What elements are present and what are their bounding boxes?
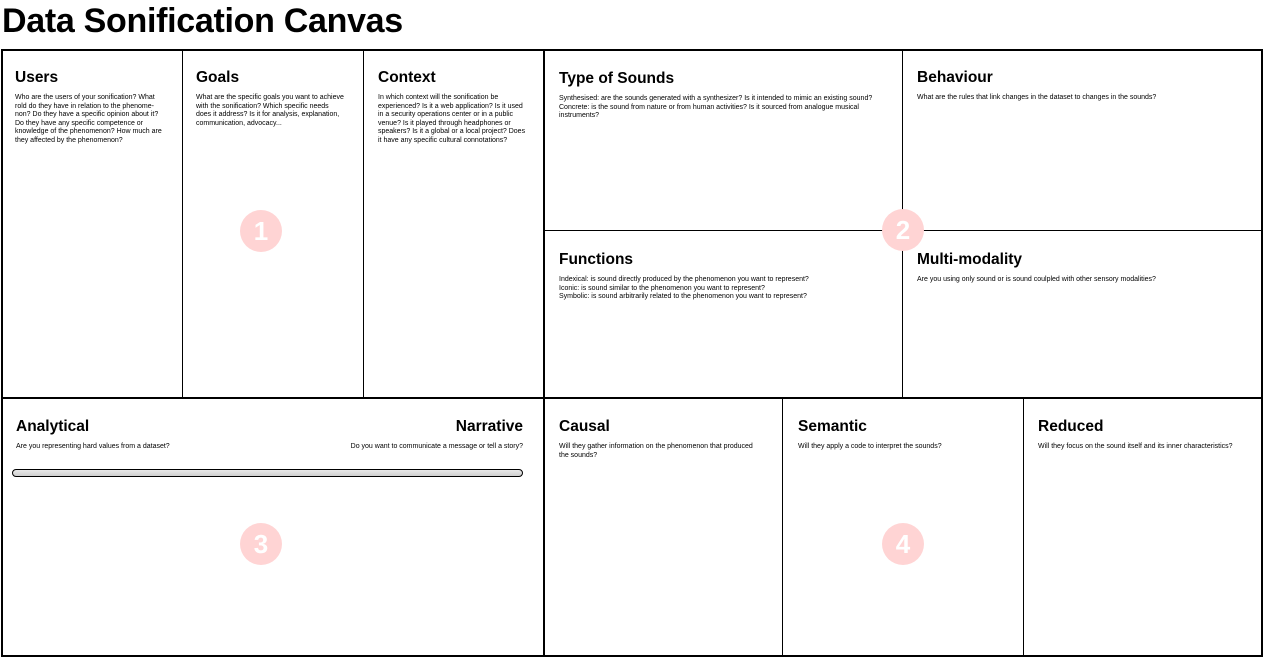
functions-section: Functions Indexical: is sound directly p…: [559, 251, 894, 302]
functions-description: Indexical: is sound directly produced by…: [559, 276, 809, 301]
goals-title: Goals: [196, 69, 240, 86]
context-title: Context: [378, 69, 436, 86]
step-badge-1: 1: [240, 210, 282, 252]
causal-title: Causal: [559, 418, 610, 435]
narrative-description: Do you want to communicate a message or …: [350, 443, 523, 450]
goals-section: Goals What are the specific goals you wa…: [196, 69, 356, 128]
step-badge-2: 2: [882, 209, 924, 251]
goals-description: What are the specific goals you want to …: [196, 94, 344, 127]
users-title: Users: [15, 69, 59, 86]
semantic-section: Semantic Will they apply a code to inter…: [798, 418, 1018, 452]
goals-context-divider: [363, 49, 364, 398]
page-title: Data Sonification Canvas: [2, 2, 403, 40]
middle-divider: [1, 397, 1263, 399]
causal-section: Causal Will they gather information on t…: [559, 418, 774, 460]
reduced-title: Reduced: [1038, 418, 1104, 435]
step-badge-4: 4: [882, 523, 924, 565]
sonification-canvas: Users Who are the users of your sonifica…: [1, 49, 1263, 657]
context-section: Context In which context will the sonifi…: [378, 69, 538, 146]
type-of-sounds-section: Type of Sounds Synthesised: are the soun…: [559, 70, 894, 121]
multi-modality-description: Are you using only sound or is sound cou…: [917, 276, 1156, 283]
step-badge-3: 3: [240, 523, 282, 565]
multi-modality-section: Multi-modality Are you using only sound …: [917, 251, 1252, 285]
reduced-description: Will they focus on the sound itself and …: [1038, 443, 1233, 450]
narrative-section: Narrative Do you want to communicate a m…: [283, 418, 523, 452]
analytical-section: Analytical Are you representing hard val…: [16, 418, 256, 452]
behaviour-title: Behaviour: [917, 69, 993, 86]
causal-semantic-divider: [782, 398, 783, 657]
behaviour-section: Behaviour What are the rules that link c…: [917, 69, 1252, 103]
center-divider: [543, 49, 545, 657]
type-of-sounds-description: Synthesised: are the sounds generated wi…: [559, 95, 873, 120]
multi-modality-title: Multi-modality: [917, 251, 1023, 268]
behaviour-description: What are the rules that link changes in …: [917, 94, 1157, 101]
users-goals-divider: [182, 49, 183, 398]
semantic-title: Semantic: [798, 418, 867, 435]
functions-title: Functions: [559, 251, 634, 268]
reduced-section: Reduced Will they focus on the sound its…: [1038, 418, 1258, 452]
analytical-description: Are you representing hard values from a …: [16, 443, 170, 450]
users-section: Users Who are the users of your sonifica…: [15, 69, 170, 146]
analytical-narrative-slider[interactable]: [12, 469, 523, 477]
semantic-reduced-divider: [1023, 398, 1024, 657]
analytical-title: Analytical: [16, 418, 90, 435]
context-description: In which context will the sonification b…: [378, 94, 526, 144]
narrative-title: Narrative: [455, 418, 523, 435]
semantic-description: Will they apply a code to interpret the …: [798, 443, 942, 450]
type-of-sounds-title: Type of Sounds: [559, 70, 675, 87]
users-description: Who are the users of your sonification? …: [15, 94, 162, 144]
canvas-border: [1, 49, 1263, 657]
causal-description: Will they gather information on the phen…: [559, 443, 753, 459]
